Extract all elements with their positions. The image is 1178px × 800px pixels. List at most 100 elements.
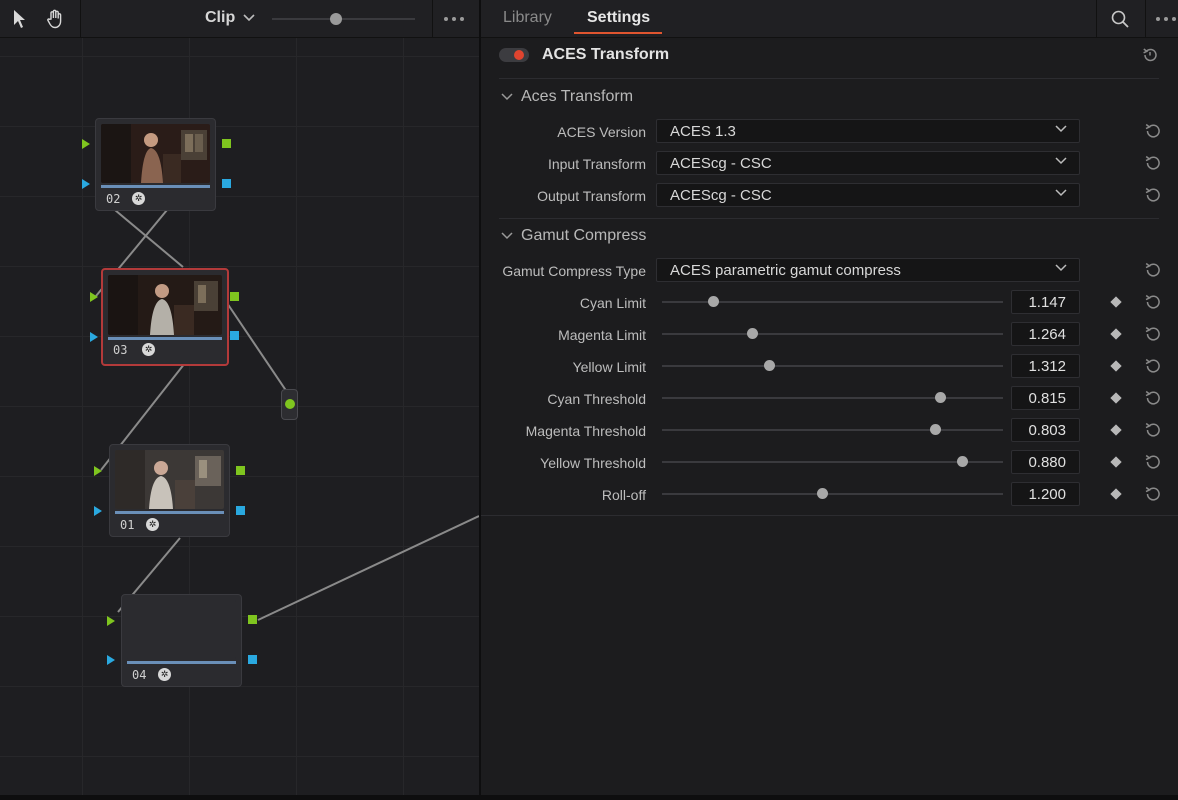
chevron-down-icon [1055,157,1067,165]
gamut-compress-type-dropdown[interactable]: ACES parametric gamut compress [656,258,1080,282]
node-02-key-input[interactable] [82,179,90,189]
reset-icon[interactable] [1143,388,1163,408]
yellow-limit-slider[interactable] [662,360,1003,371]
slider-handle[interactable] [957,456,969,467]
slider-handle[interactable] [934,392,946,403]
effect-header: ACES Transform [499,43,1159,79]
roll-off-value-field[interactable]: 1.200 [1011,482,1080,506]
node-02[interactable]: 02 ✲ [95,118,216,211]
node-thumbnail [108,275,222,335]
output-connector[interactable] [281,389,298,420]
roll-off-slider[interactable] [662,488,1003,499]
tab-settings[interactable]: Settings [587,9,650,27]
chevron-down-icon [501,232,513,240]
node-01-key-output[interactable] [236,506,245,515]
reset-icon[interactable] [1143,452,1163,472]
clip-mode-dropdown[interactable]: Clip [205,9,255,27]
node-03-key-output[interactable] [230,331,239,340]
reset-icon[interactable] [1143,484,1163,504]
yellow-threshold-slider[interactable] [662,456,1003,467]
aces-fx-badge-icon: ✲ [132,192,145,205]
node-03-rgb-output[interactable] [230,292,239,301]
tab-library[interactable]: Library [503,9,552,27]
magenta-limit-slider[interactable] [662,328,1003,339]
keyframe-diamond-icon[interactable] [1110,296,1122,308]
reset-icon[interactable] [1143,356,1163,376]
hand-tool-icon[interactable] [44,8,66,30]
toolbar-divider [1096,0,1097,38]
keyframe-diamond-icon[interactable] [1110,392,1122,404]
node-02-key-output[interactable] [222,179,231,188]
aces-transform-section-header[interactable]: Aces Transform [501,88,633,106]
zoom-slider[interactable] [272,13,415,25]
slider-handle[interactable] [929,424,941,435]
cyan-limit-value-field[interactable]: 1.147 [1011,290,1080,314]
node-01-rgb-input[interactable] [94,466,102,476]
aces-version-label: ACES Version [557,124,646,140]
cyan-threshold-label: Cyan Threshold [547,391,646,407]
section-title: Aces Transform [521,88,634,105]
yellow-threshold-label: Yellow Threshold [540,455,646,471]
output-transform-dropdown[interactable]: ACEScg - CSC [656,183,1080,207]
node-01-key-input[interactable] [94,506,102,516]
slider-handle[interactable] [747,328,759,339]
pointer-tool-icon[interactable] [8,8,30,30]
zoom-slider-handle[interactable] [330,13,342,25]
cyan-threshold-value-field[interactable]: 0.815 [1011,386,1080,410]
node-01-rgb-output[interactable] [236,466,245,475]
node-options-menu-icon[interactable] [444,17,464,21]
node-04-key-output[interactable] [248,655,257,664]
magenta-threshold-slider[interactable] [662,424,1003,435]
node-03[interactable]: 03 ✲ [101,268,229,366]
reset-icon[interactable] [1143,324,1163,344]
reset-icon[interactable] [1143,153,1163,173]
magenta-threshold-value-field[interactable]: 0.803 [1011,418,1080,442]
effect-reset-icon[interactable] [1141,46,1159,69]
node-04-key-input[interactable] [107,655,115,665]
yellow-limit-label: Yellow Limit [572,359,646,375]
reset-icon[interactable] [1143,121,1163,141]
keyframe-diamond-icon[interactable] [1110,360,1122,372]
gamut-compress-section-header[interactable]: Gamut Compress [501,227,646,245]
input-transform-label: Input Transform [547,156,646,172]
node-04-rgb-output[interactable] [248,615,257,624]
yellow-limit-value-field[interactable]: 1.312 [1011,354,1080,378]
aces-version-dropdown[interactable]: ACES 1.3 [656,119,1080,143]
reset-icon[interactable] [1143,185,1163,205]
settings-bottom-divider [481,515,1178,516]
slider-handle[interactable] [817,488,829,499]
aces-fx-badge-icon: ✲ [158,668,171,681]
node-04[interactable]: 04 ✲ [121,594,242,687]
node-number: 03 [113,343,128,357]
slider-handle[interactable] [764,360,776,371]
yellow-threshold-value-field[interactable]: 0.880 [1011,450,1080,474]
effect-enable-toggle[interactable] [499,48,529,62]
keyframe-diamond-icon[interactable] [1110,456,1122,468]
reset-icon[interactable] [1143,260,1163,280]
dropdown-value: ACES parametric gamut compress [670,262,901,279]
search-icon[interactable] [1109,8,1131,30]
node-02-rgb-output[interactable] [222,139,231,148]
input-transform-dropdown[interactable]: ACEScg - CSC [656,151,1080,175]
node-04-rgb-input[interactable] [107,616,115,626]
node-03-rgb-input[interactable] [90,292,98,302]
gamut-compress-type-label: Gamut Compress Type [502,263,646,279]
settings-options-menu-icon[interactable] [1156,17,1176,21]
magenta-limit-value-field[interactable]: 1.264 [1011,322,1080,346]
keyframe-diamond-icon[interactable] [1110,328,1122,340]
keyframe-diamond-icon[interactable] [1110,424,1122,436]
node-03-key-input[interactable] [90,332,98,342]
reset-icon[interactable] [1143,292,1163,312]
active-tab-underline [574,32,662,34]
node-01[interactable]: 01 ✲ [109,444,230,537]
cyan-threshold-slider[interactable] [662,392,1003,403]
keyframe-diamond-icon[interactable] [1110,488,1122,500]
reset-icon[interactable] [1143,420,1163,440]
cyan-limit-slider[interactable] [662,296,1003,307]
chevron-down-icon [1055,189,1067,197]
chevron-down-icon [1055,125,1067,133]
dropdown-value: ACES 1.3 [670,123,736,140]
node-02-rgb-input[interactable] [82,139,90,149]
slider-handle[interactable] [708,296,720,307]
node-key-bar [127,661,236,664]
